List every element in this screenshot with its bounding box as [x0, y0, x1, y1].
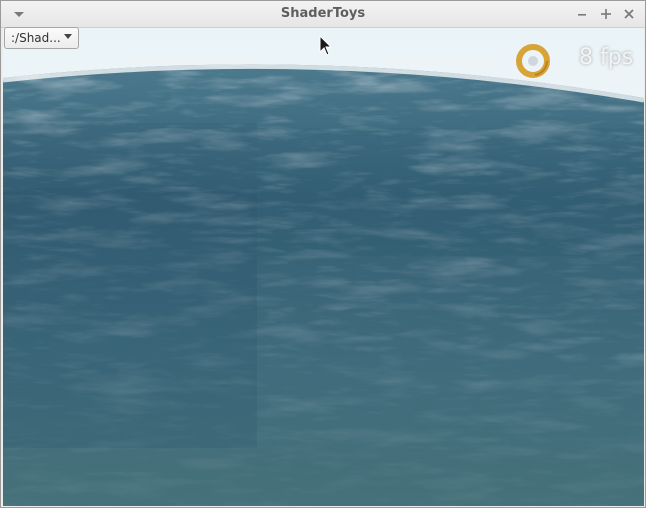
title-bar[interactable]: ShaderToys [1, 1, 645, 28]
minimize-icon[interactable] [574, 6, 590, 22]
plus-icon[interactable] [598, 6, 614, 22]
app-window: ShaderToys:/Shad... 8 fps [0, 0, 646, 508]
shader-source-dropdown[interactable]: :/Shad... [4, 27, 79, 49]
chevron-down-icon [64, 34, 72, 39]
ocean-render [3, 28, 644, 506]
ocean-surface [3, 64, 644, 506]
shader-source-value: :/Shad... [11, 31, 61, 45]
window-title: ShaderToys [280, 6, 366, 21]
fps-counter: 8 fps [579, 45, 634, 70]
cursor-icon [319, 35, 333, 56]
shader-viewport[interactable] [3, 28, 644, 506]
close-icon[interactable] [621, 6, 637, 22]
spinner-icon [516, 44, 550, 78]
